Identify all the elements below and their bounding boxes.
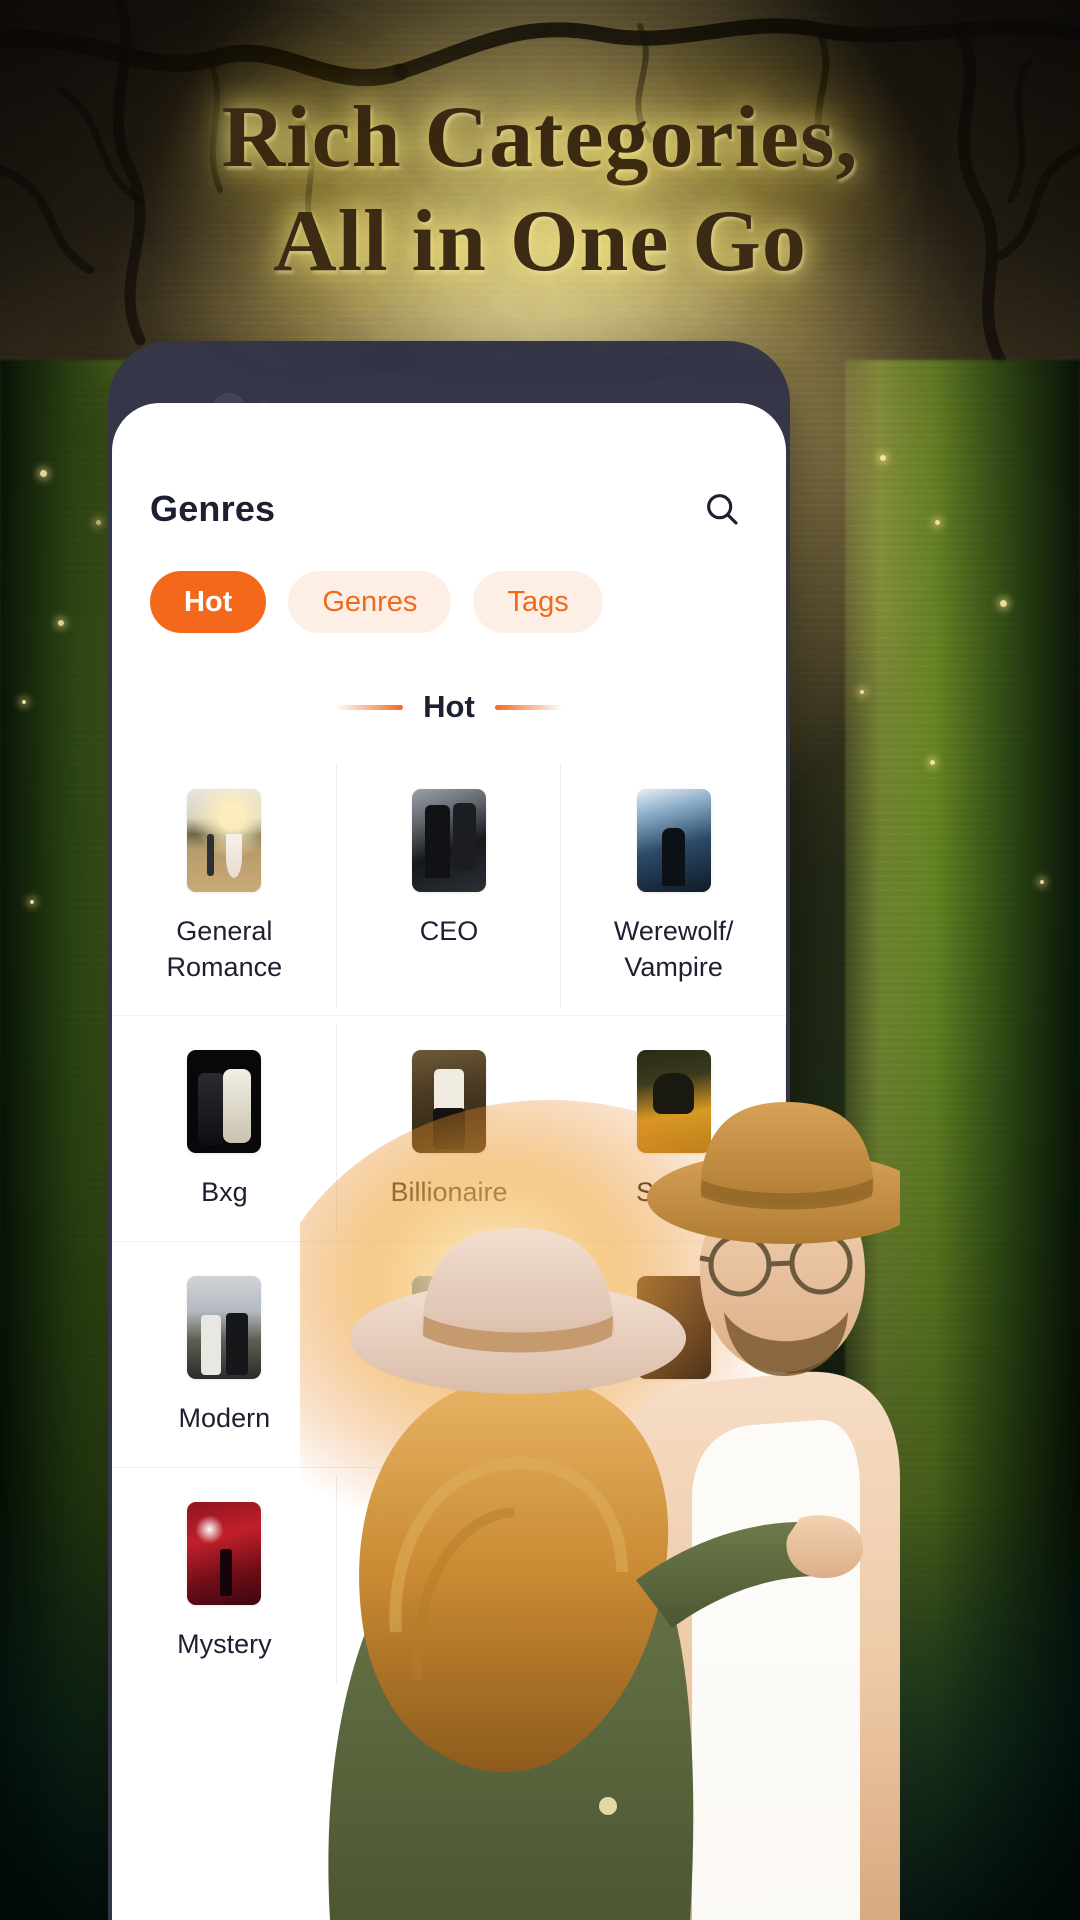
category-thumbnail — [411, 789, 486, 892]
section-rule-right-icon — [494, 704, 563, 710]
headline-line-1: Rich Categories, — [221, 89, 859, 186]
category-label: CEO — [419, 916, 479, 946]
category-thumbnail — [187, 1501, 262, 1605]
category-label: Modern — [178, 1402, 271, 1433]
category-cell[interactable]: Werewolf/ Vampire — [561, 755, 786, 1015]
category-label: Mystery — [177, 1628, 272, 1659]
page-title: Genres — [150, 488, 276, 529]
category-thumbnail — [187, 1275, 262, 1379]
couple-photo — [300, 1100, 900, 1920]
promo-headline: Rich Categories, All in One Go — [0, 86, 1080, 294]
category-label: General Romance — [166, 916, 283, 982]
section-header: Hot — [112, 689, 786, 725]
category-cell[interactable]: General Romance — [112, 755, 337, 1015]
tab-hot[interactable]: Hot — [150, 571, 267, 633]
headline-line-2: All in One Go — [273, 192, 807, 290]
tab-hot-label: Hot — [184, 585, 233, 618]
category-tabs: Hot Genres Tags — [112, 533, 786, 633]
tab-tags-label: Tags — [507, 585, 569, 618]
category-label: Bxg — [201, 1177, 248, 1208]
section-rule-left-icon — [335, 704, 404, 710]
tab-genres[interactable]: Genres — [288, 571, 452, 633]
category-thumbnail — [636, 789, 711, 892]
category-label: Werewolf/ Vampire — [613, 916, 734, 982]
category-thumbnail — [187, 789, 262, 892]
search-icon[interactable] — [698, 485, 746, 533]
section-title: Hot — [423, 689, 475, 724]
tab-genres-label: Genres — [322, 585, 418, 618]
category-thumbnail — [187, 1050, 262, 1154]
app-header: Genres — [112, 403, 786, 533]
tab-tags[interactable]: Tags — [473, 571, 603, 633]
category-cell[interactable]: CEO — [337, 755, 562, 1015]
